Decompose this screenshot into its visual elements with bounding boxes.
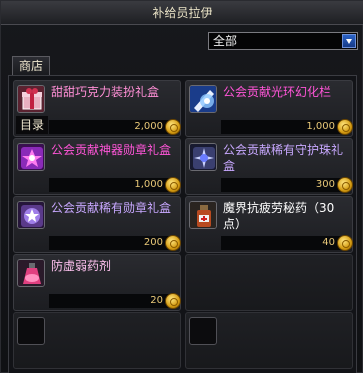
coin-icon: [337, 177, 353, 193]
item-price: 40: [322, 237, 335, 248]
item-name: 公会贡献光环幻化栏: [223, 85, 332, 99]
category-filter-value: 全部: [213, 34, 238, 48]
empty-slot: [189, 317, 217, 345]
shop-item-card[interactable]: 魔界抗疲劳秘药（30点） 40: [185, 196, 353, 253]
coin-icon: [337, 119, 353, 135]
item-name: 魔界抗疲劳秘药（30点）: [223, 201, 335, 231]
price-bar: 300: [221, 177, 353, 193]
shop-item-card[interactable]: 公会贡献光环幻化栏 1,000: [185, 80, 353, 137]
item-price: 200: [143, 237, 163, 248]
item-list-panel: 甜甜巧克力装扮礼盒 2,000 公会贡献光环幻化栏 1,000 公会贡献神器勋章…: [8, 75, 357, 373]
item-price: 1,000: [306, 121, 335, 132]
rare-medal-box-icon: [17, 201, 45, 229]
window-title: 补给员拉伊: [1, 1, 363, 25]
catalog-label[interactable]: 目录: [16, 116, 48, 134]
tab-shop[interactable]: 商店: [12, 56, 50, 76]
coin-icon: [337, 235, 353, 251]
artifact-medal-box-icon: [17, 143, 45, 171]
empty-item-card: [185, 312, 353, 369]
item-price: 2,000: [134, 121, 163, 132]
price-bar: 40: [221, 235, 353, 251]
item-name: 公会贡献稀有勋章礼盒: [51, 201, 172, 215]
fatigue-potion-icon: [189, 201, 217, 229]
coin-icon: [165, 293, 181, 309]
price-bar: 200: [49, 235, 181, 251]
empty-item-card: [13, 312, 181, 369]
shop-item-card[interactable]: 防虚弱药剂 20: [13, 254, 181, 311]
guardian-bead-box-icon: [189, 143, 217, 171]
item-price: 20: [150, 295, 163, 306]
item-name: 公会贡献稀有守护珠礼盒: [223, 143, 344, 173]
chocolate-gift-box-icon: [17, 85, 45, 113]
aura-slot-icon: [189, 85, 217, 113]
empty-item-card: [185, 254, 353, 311]
price-bar: 20: [49, 293, 181, 309]
anti-weakness-potion-icon: [17, 259, 45, 287]
category-filter-dropdown[interactable]: 全部: [208, 32, 358, 50]
item-name: 甜甜巧克力装扮礼盒: [51, 85, 160, 99]
price-bar: 1,000: [49, 177, 181, 193]
empty-slot: [17, 317, 45, 345]
shop-item-card[interactable]: 公会贡献神器勋章礼盒 1,000: [13, 138, 181, 195]
coin-icon: [165, 119, 181, 135]
price-bar: 1,000: [221, 119, 353, 135]
shop-window: 补给员拉伊 全部 商店 甜甜巧克力装扮礼盒 2,000 公会贡献光环幻化栏 1,…: [0, 0, 363, 373]
item-price: 1,000: [134, 179, 163, 190]
item-name: 防虚弱药剂: [51, 259, 112, 273]
shop-item-card[interactable]: 公会贡献稀有勋章礼盒 200: [13, 196, 181, 253]
item-price: 300: [315, 179, 335, 190]
shop-item-card[interactable]: 公会贡献稀有守护珠礼盒 300: [185, 138, 353, 195]
coin-icon: [165, 235, 181, 251]
item-name: 公会贡献神器勋章礼盒: [51, 143, 172, 157]
chevron-down-icon[interactable]: [342, 34, 356, 48]
coin-icon: [165, 177, 181, 193]
price-bar: 2,000: [49, 119, 181, 135]
